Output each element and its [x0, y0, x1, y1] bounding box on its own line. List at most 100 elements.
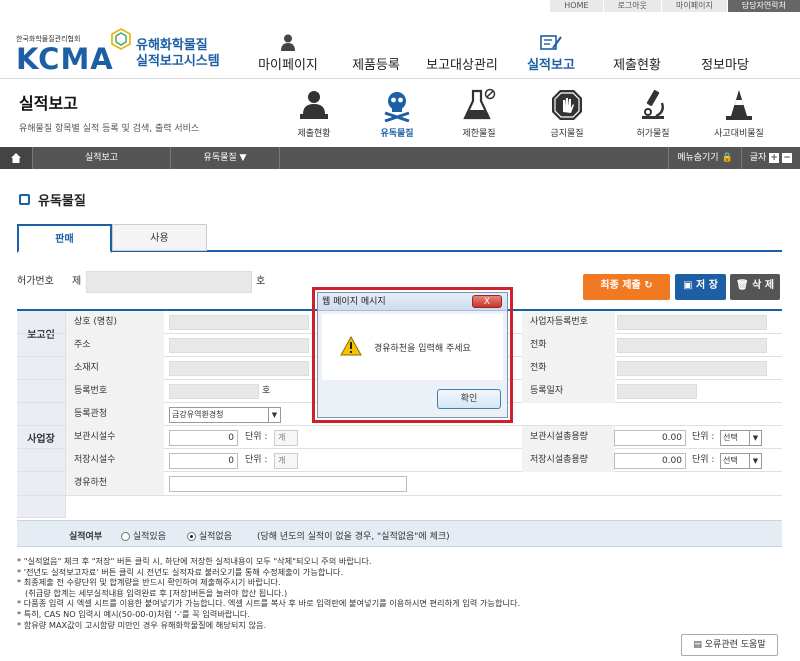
page-description: 유해물질 항목별 실적 등록 및 검색, 출력 서비스: [19, 124, 200, 134]
section-title: 유독물질: [19, 190, 86, 209]
traffic-cone-icon: [726, 90, 752, 120]
form-row: 보관시설수 0 단위 : 개 보관시설총용량 0.00 단위 : 선택 ▼: [17, 426, 782, 449]
save-button[interactable]: ▣ 저 장: [675, 274, 726, 300]
performance-bar: 실적여부 실적있음 실적없음 (당해 년도의 실적이 없을 경우, "실적없음"…: [17, 520, 782, 547]
note-item: * 최종제출 전 수량단위 및 합계량을 반드시 확인하여 제출해주시기 바랍니…: [17, 577, 281, 588]
note-item: * "실적없음" 체크 후 "저장" 버튼 클릭 시, 하단에 저장한 실적내용…: [17, 556, 372, 566]
chevron-down-icon: ▼: [749, 454, 761, 468]
permit-label: 허가번호: [17, 276, 54, 287]
name-value: [169, 315, 309, 330]
refresh-icon: ↻: [644, 280, 653, 291]
hexagon-logo-icon: [111, 28, 131, 50]
unit-box: 개: [274, 430, 298, 446]
final-submit-button[interactable]: 최종 제출 ↻: [583, 274, 670, 300]
font-minus-icon[interactable]: −: [782, 153, 792, 163]
flask-no-icon: [463, 88, 496, 120]
unit-label: 단위 :: [245, 455, 268, 465]
contact-link[interactable]: 담당자연락처: [726, 0, 800, 12]
storage-count-input[interactable]: 0: [169, 430, 238, 446]
subnav-accident-prep[interactable]: 사고대비물질: [704, 87, 774, 139]
breadcrumb-toxic-dropdown[interactable]: 유독물질 ▼: [170, 147, 280, 169]
performance-note: (당해 년도의 실적이 없을 경우, "실적없음"에 체크): [257, 532, 450, 542]
gnb-info[interactable]: 정보마당: [698, 34, 752, 73]
subnav-submission-status[interactable]: 제출현황: [279, 87, 349, 139]
reg-no-suffix: 호: [262, 386, 271, 396]
radio-has-performance[interactable]: 실적있음: [121, 529, 166, 542]
biz-no-value: [617, 315, 767, 330]
unit-box: 개: [274, 453, 298, 469]
dialog-message: 경유하천을 입력해 주세요: [374, 344, 471, 354]
storage-unit-select[interactable]: 선택 ▼: [720, 430, 762, 446]
location-value: [169, 361, 309, 376]
dialog-ok-button[interactable]: 확인: [437, 389, 501, 409]
person-icon: [281, 34, 295, 51]
person-desk-icon: [300, 91, 328, 119]
gnb-report-target[interactable]: 보고대상관리: [422, 34, 502, 73]
font-plus-icon[interactable]: +: [769, 153, 780, 163]
permit-number-field[interactable]: [86, 271, 252, 293]
font-size-control: 글자 + −: [740, 147, 800, 169]
warehouse-cap-input[interactable]: 0.00: [614, 453, 686, 469]
skull-crossbones-icon: [384, 92, 410, 122]
trash-icon: 🗑: [735, 280, 749, 291]
route-river-input[interactable]: [169, 476, 407, 492]
alert-dialog: 웹 페이지 메시지 X 경유하천을 입력해 주세요 확인: [317, 292, 508, 418]
route-label: 경유하천: [66, 472, 164, 495]
tab-use[interactable]: 사용: [112, 224, 207, 251]
warehouse-unit-select[interactable]: 선택 ▼: [720, 453, 762, 469]
subnav-restricted[interactable]: 제한물질: [444, 87, 514, 139]
header-divider: [0, 78, 800, 79]
authority-label: 등록관청: [66, 403, 164, 426]
subnav-toxic[interactable]: 유독물질: [362, 87, 432, 139]
reporter-phone-label: 전화: [522, 334, 615, 357]
address-value: [169, 338, 309, 353]
warehouse-count-label: 저장시설수: [66, 449, 164, 472]
address-label: 주소: [66, 334, 164, 357]
logout-link[interactable]: 로그아웃: [602, 0, 662, 12]
reg-no-label: 등록번호: [66, 380, 164, 403]
gnb-product-reg[interactable]: 제품등록: [348, 34, 404, 73]
gnb-mypage[interactable]: 마이페이지: [256, 34, 320, 73]
chevron-down-icon: ▼: [749, 431, 761, 445]
permit-prefix: 제: [72, 276, 82, 287]
error-help-button[interactable]: ▤ 오류관련 도움말: [681, 634, 778, 656]
tab-sales[interactable]: 판매: [17, 224, 112, 253]
mypage-link[interactable]: 마이페이지: [661, 0, 727, 12]
section-square-icon: [19, 194, 30, 205]
home-link[interactable]: HOME: [549, 0, 603, 12]
hide-menu-toggle[interactable]: 메뉴숨기기 🔒: [668, 147, 741, 169]
home-button[interactable]: [0, 147, 32, 169]
gnb-performance-report[interactable]: 실적보고: [524, 34, 578, 73]
workplace-phone-label: 전화: [522, 357, 615, 380]
warehouse-count-input[interactable]: 0: [169, 453, 238, 469]
note-item: (취급량 합계는 세부실적내용 입력완료 후 [저장]버튼을 눌러야 합산 됩니…: [25, 587, 288, 598]
dialog-body: 경유하천을 입력해 주세요: [322, 314, 503, 380]
subnav-prohibited[interactable]: 금지물질: [532, 87, 602, 139]
dialog-footer: 확인: [322, 381, 503, 413]
form-row: 경유하천: [17, 472, 782, 496]
unit-label: 단위 :: [692, 432, 715, 442]
prohibited-hand-icon: [552, 90, 582, 120]
location-label: 소재지: [66, 357, 164, 380]
dialog-close-button[interactable]: X: [472, 295, 502, 308]
report-pen-icon: [540, 35, 562, 50]
logo-abbr: KCMA: [16, 42, 114, 76]
storage-cap-input[interactable]: 0.00: [614, 430, 686, 446]
biz-no-label: 사업자등록번호: [522, 311, 615, 334]
reg-date-label: 등록일자: [522, 380, 615, 403]
authority-select[interactable]: 금강유역환경청 ▼: [169, 407, 281, 423]
lock-icon: 🔒: [721, 153, 733, 163]
page-title: 실적보고: [19, 94, 78, 113]
gnb-submission-status[interactable]: 제출현황: [610, 34, 664, 73]
workplace-phone-value: [617, 361, 767, 376]
radio-no-performance[interactable]: 실적없음: [187, 529, 232, 542]
note-item: * 함유량 MAX값이 고시함량 미만인 경우 유해화학물질에 해당되지 않음.: [17, 619, 267, 630]
reporter-phone-value: [617, 338, 767, 353]
form-row: 저장시설수 0 단위 : 개 저장시설총용량 0.00 단위 : 선택 ▼: [17, 449, 782, 472]
breadcrumb-report[interactable]: 실적보고: [32, 147, 170, 169]
delete-button[interactable]: 🗑 삭 제: [730, 274, 780, 300]
permit-suffix: 호: [256, 276, 266, 287]
floppy-icon: ▣: [683, 280, 693, 291]
site-logo[interactable]: 한국화학물질관리협회 KCMA 유해화학물질 실적보고시스템: [16, 28, 246, 78]
subnav-permitted[interactable]: 허가물질: [618, 87, 688, 139]
